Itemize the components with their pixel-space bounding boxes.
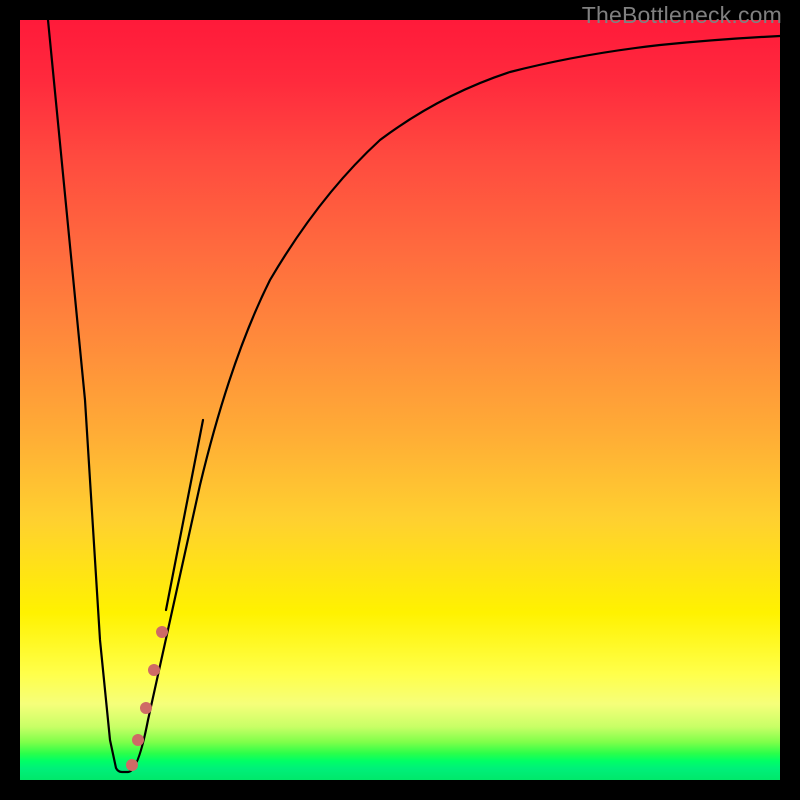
plot-area	[20, 20, 780, 780]
chart-frame: TheBottleneck.com	[0, 0, 800, 800]
